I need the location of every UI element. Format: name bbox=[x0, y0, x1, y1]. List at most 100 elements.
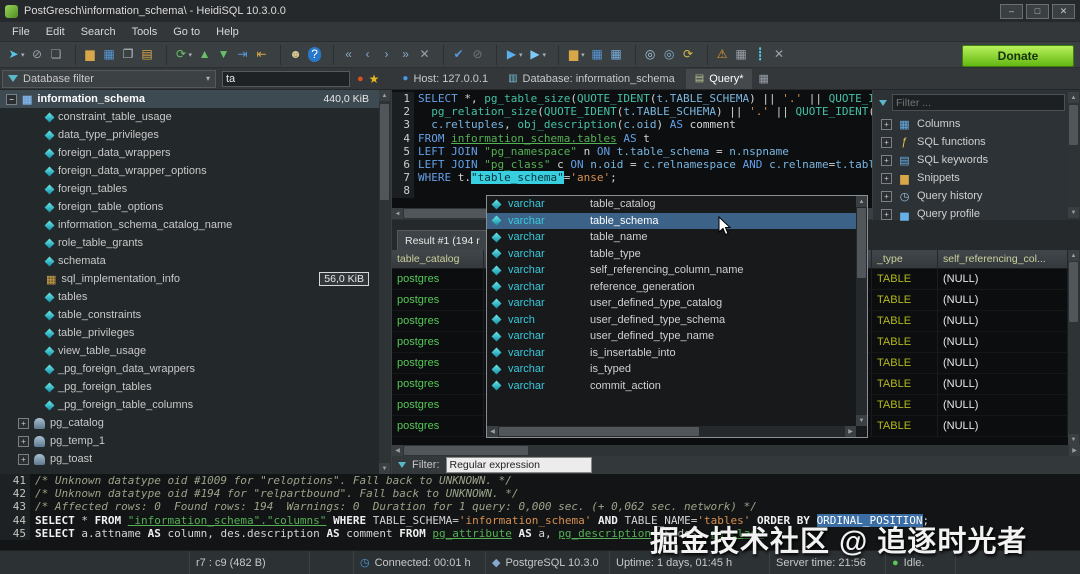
scroll-thumb[interactable] bbox=[380, 104, 389, 200]
scroll-thumb[interactable] bbox=[857, 208, 866, 278]
tree-item[interactable]: − + ▦ ▦ information_schema_catalog_name bbox=[0, 216, 379, 234]
sidebar-scrollbar[interactable]: ▲ ▼ bbox=[1068, 92, 1080, 218]
autocomplete-item[interactable]: varchar user_defined_type_catalog bbox=[487, 295, 856, 312]
close-button[interactable]: ✕ bbox=[1052, 4, 1075, 19]
scroll-left-icon[interactable]: ◀ bbox=[487, 426, 498, 437]
maximize-button[interactable]: □ bbox=[1026, 4, 1049, 19]
scroll-right-icon[interactable]: ▶ bbox=[1069, 445, 1080, 456]
move-down-icon[interactable]: ▼ bbox=[214, 45, 233, 65]
tree-item[interactable]: − + ▦ ▦ foreign_table_options bbox=[0, 198, 379, 216]
replace-icon[interactable]: ◎ bbox=[660, 45, 679, 65]
expand-icon[interactable]: + bbox=[881, 137, 892, 148]
paste-icon[interactable]: ▤ bbox=[138, 45, 157, 65]
tree-item[interactable]: − + ▦ ▦ pg_toast bbox=[0, 450, 379, 468]
tree-item[interactable]: − + ▦ ▦ schemata bbox=[0, 252, 379, 270]
scroll-up-icon[interactable]: ▲ bbox=[1068, 250, 1079, 261]
warning-icon[interactable]: ⚠ bbox=[707, 45, 732, 65]
grid-scrollbar[interactable]: ▲ ▼ bbox=[1068, 250, 1080, 445]
cell-table-catalog[interactable]: postgres bbox=[392, 269, 484, 289]
cancel-icon[interactable]: ✕ bbox=[415, 45, 434, 65]
expand-icon[interactable]: + bbox=[881, 209, 892, 220]
cell-table-type[interactable]: TABLE bbox=[872, 290, 938, 310]
cell-self-referencing[interactable]: (NULL) bbox=[938, 374, 1068, 394]
help-icon[interactable]: ? bbox=[305, 45, 324, 65]
cell-self-referencing[interactable]: (NULL) bbox=[938, 269, 1068, 289]
close-tab-icon[interactable]: ✕ bbox=[770, 45, 789, 65]
cell-self-referencing[interactable]: (NULL) bbox=[938, 353, 1068, 373]
autocomplete-item[interactable]: varchar self_referencing_column_name bbox=[487, 262, 856, 279]
column-header-table-catalog[interactable]: table_catalog bbox=[392, 250, 484, 268]
scroll-up-icon[interactable]: ▲ bbox=[1068, 92, 1079, 103]
cell-self-referencing[interactable]: (NULL) bbox=[938, 416, 1068, 436]
scroll-thumb[interactable] bbox=[404, 446, 528, 455]
tab-result-1[interactable]: Result #1 (194 r bbox=[397, 230, 488, 250]
cell-self-referencing[interactable]: (NULL) bbox=[938, 311, 1068, 331]
sidebar-item-query-history[interactable]: + ◷ Query history bbox=[873, 187, 1080, 205]
open-file-icon[interactable]: ▆ bbox=[75, 45, 100, 65]
load-sql-icon[interactable]: ▆ ▾ bbox=[558, 45, 588, 65]
scroll-down-icon[interactable]: ▼ bbox=[1068, 434, 1079, 445]
run-current-icon[interactable]: ▶ ▾ bbox=[526, 45, 550, 65]
menu-item[interactable]: Search bbox=[73, 24, 124, 40]
expand-icon[interactable]: + bbox=[18, 436, 29, 447]
tree-scrollbar[interactable]: ▲ ▼ bbox=[379, 90, 391, 474]
sidebar-item-query-profile[interactable]: + ▅ Query profile bbox=[873, 205, 1080, 223]
expand-icon[interactable]: + bbox=[881, 119, 892, 130]
cell-table-catalog[interactable]: postgres bbox=[392, 395, 484, 415]
cell-table-catalog[interactable]: postgres bbox=[392, 332, 484, 352]
nav-prev-icon[interactable]: ‹ bbox=[358, 45, 377, 65]
cell-self-referencing[interactable]: (NULL) bbox=[938, 290, 1068, 310]
scroll-up-icon[interactable]: ▲ bbox=[856, 196, 867, 207]
autocomplete-item[interactable]: varch user_defined_type_schema bbox=[487, 312, 856, 329]
reformat-icon[interactable]: ⟳ bbox=[679, 45, 698, 65]
user-manager-icon[interactable]: ☻ bbox=[280, 45, 305, 65]
move-up-icon[interactable]: ▲ bbox=[195, 45, 214, 65]
tree-item[interactable]: − + ▦ ▦ foreign_data_wrapper_options bbox=[0, 162, 379, 180]
scroll-thumb[interactable] bbox=[1069, 105, 1078, 145]
expand-icon[interactable]: + bbox=[881, 191, 892, 202]
database-filter-dropdown[interactable]: Database filter ▾ bbox=[2, 70, 216, 88]
cell-table-type[interactable]: TABLE bbox=[872, 311, 938, 331]
find-icon[interactable]: ◎ bbox=[635, 45, 660, 65]
sidebar-filter-input[interactable] bbox=[892, 94, 1065, 111]
cell-table-type[interactable]: TABLE bbox=[872, 332, 938, 352]
scroll-thumb[interactable] bbox=[499, 427, 699, 436]
dots-icon[interactable]: ┋ bbox=[751, 45, 770, 65]
scroll-thumb[interactable] bbox=[404, 209, 494, 218]
menu-item[interactable]: File bbox=[4, 24, 38, 40]
cell-table-catalog[interactable]: postgres bbox=[392, 311, 484, 331]
save-sql-icon[interactable]: ▦ bbox=[588, 45, 607, 65]
scroll-left-icon[interactable]: ◀ bbox=[392, 445, 403, 456]
expand-icon[interactable]: + bbox=[881, 173, 892, 184]
tree-item[interactable]: − + ▦ ▦ view_table_usage bbox=[0, 342, 379, 360]
apply-icon[interactable]: ✔ bbox=[443, 45, 468, 65]
run-icon[interactable]: ▶ ▾ bbox=[496, 45, 526, 65]
sidebar-item-sql-functions[interactable]: + ƒ SQL functions bbox=[873, 133, 1080, 151]
autocomplete-item[interactable]: varchar table_catalog bbox=[487, 196, 856, 213]
tab-database[interactable]: ▥ Database: information_schema bbox=[499, 69, 684, 89]
cell-table-type[interactable]: TABLE bbox=[872, 374, 938, 394]
disconnect-icon[interactable]: ⊘ bbox=[28, 45, 47, 65]
tree-item[interactable]: − + ▦ ▦ _pg_foreign_table_columns bbox=[0, 396, 379, 414]
save-sql-as-icon[interactable]: ▦ bbox=[607, 45, 626, 65]
grid-view-icon[interactable]: ▦ bbox=[732, 45, 751, 65]
donate-button[interactable]: Donate bbox=[962, 45, 1074, 67]
tree-item[interactable]: − + ▦ ▦ information_schema 440,0 KiB bbox=[0, 90, 379, 108]
refresh-icon[interactable]: ⟳ ▾ bbox=[166, 45, 196, 65]
menu-item[interactable]: Go to bbox=[165, 24, 208, 40]
cell-table-type[interactable]: TABLE bbox=[872, 353, 938, 373]
table-filter-input[interactable] bbox=[222, 71, 350, 87]
tab-query[interactable]: ▤ Query* bbox=[686, 69, 753, 89]
save-icon[interactable]: ▦ bbox=[100, 45, 119, 65]
autocomplete-item[interactable]: varchar is_insertable_into bbox=[487, 345, 856, 362]
scroll-right-icon[interactable]: ▶ bbox=[845, 426, 856, 437]
expand-icon[interactable]: + bbox=[18, 418, 29, 429]
tree-item[interactable]: − + ▦ ▦ table_privileges bbox=[0, 324, 379, 342]
clear-filter-icon[interactable]: ● bbox=[357, 73, 364, 85]
expand-icon[interactable]: + bbox=[881, 155, 892, 166]
cell-self-referencing[interactable]: (NULL) bbox=[938, 395, 1068, 415]
tree-item[interactable]: − + ▦ ▦ role_table_grants bbox=[0, 234, 379, 252]
tree-item[interactable]: − + ▦ ▦ sql_implementation_info 56,0 KiB bbox=[0, 270, 379, 288]
cell-table-catalog[interactable]: postgres bbox=[392, 374, 484, 394]
autocomplete-hscrollbar[interactable]: ◀ ▶ bbox=[487, 426, 856, 437]
